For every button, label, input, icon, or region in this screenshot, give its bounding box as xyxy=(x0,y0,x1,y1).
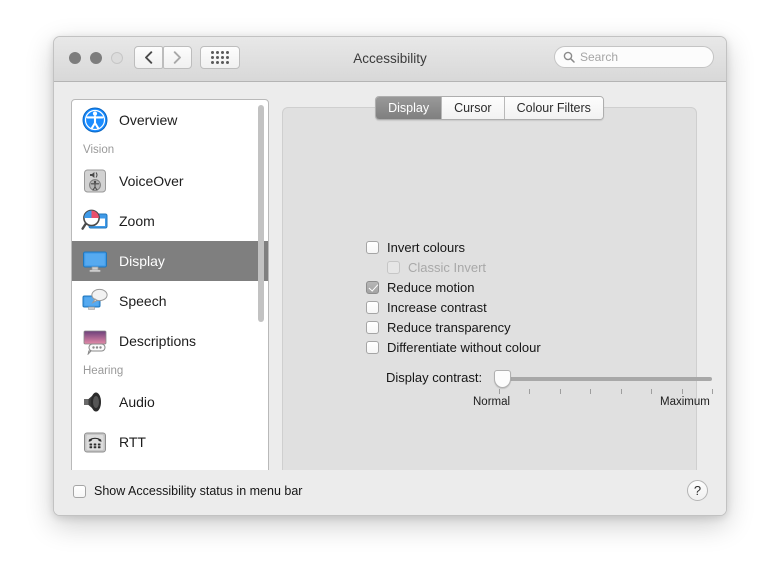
window-titlebar: Accessibility xyxy=(54,37,726,82)
slider-tick xyxy=(499,389,500,394)
audio-speaker-icon xyxy=(81,388,109,416)
search-field[interactable] xyxy=(554,46,714,68)
slider-tick xyxy=(560,389,561,394)
voiceover-icon xyxy=(81,167,109,195)
slider-tick xyxy=(651,389,652,394)
checkbox-label: Classic Invert xyxy=(408,260,486,275)
sidebar-item-voiceover[interactable]: VoiceOver xyxy=(72,161,268,201)
sidebar-list[interactable]: Overview Vision VoiceOver Zoom Display Speech… xyxy=(72,100,268,478)
display-options-checkbox-list: Invert colours Classic Invert Reduce motio… xyxy=(366,237,696,357)
rtt-telephone-icon xyxy=(81,428,109,456)
slider-min-label: Normal xyxy=(473,396,510,408)
forward-button[interactable] xyxy=(163,46,192,69)
sidebar-item-descriptions[interactable]: Descriptions xyxy=(72,321,268,361)
zoom-button[interactable] xyxy=(111,52,123,64)
chevron-left-icon xyxy=(144,51,153,64)
checkbox-differentiate-without-colour[interactable] xyxy=(366,341,379,354)
slider-max-label: Maximum xyxy=(660,396,710,408)
back-button[interactable] xyxy=(134,46,163,69)
sidebar-item-overview[interactable]: Overview xyxy=(72,100,268,140)
display-icon xyxy=(81,247,109,275)
checkbox-label: Reduce motion xyxy=(387,280,474,295)
window-footer: Show Accessibility status in menu bar ? xyxy=(54,470,726,516)
slider-tick xyxy=(621,389,622,394)
accessibility-preferences-window: Accessibility Overview Vision VoiceOver Zoo… xyxy=(53,36,727,516)
sidebar-group-vision: Vision xyxy=(72,140,268,161)
accessibility-icon xyxy=(81,106,109,134)
display-icon xyxy=(81,247,109,275)
slider-tick xyxy=(682,389,683,394)
checkbox-increase-contrast[interactable] xyxy=(366,301,379,314)
checkbox-row-increase-contrast[interactable]: Increase contrast xyxy=(366,297,696,317)
help-button[interactable]: ? xyxy=(687,480,708,501)
show-status-checkbox-row[interactable]: Show Accessibility status in menu bar xyxy=(73,484,302,498)
checkbox-reduce-motion[interactable] xyxy=(366,281,379,294)
audio-speaker-icon xyxy=(81,388,109,416)
descriptions-icon xyxy=(81,327,109,355)
sidebar-item-zoom[interactable]: Zoom xyxy=(72,201,268,241)
sidebar: Overview Vision VoiceOver Zoom Display Speech… xyxy=(71,99,269,479)
display-contrast-label: Display contrast: xyxy=(386,370,482,385)
speech-icon xyxy=(81,287,109,315)
checkbox-row-reduce-transparency[interactable]: Reduce transparency xyxy=(366,317,696,337)
tab-group[interactable]: DisplayCursorColour Filters xyxy=(375,96,604,120)
window-body: Overview Vision VoiceOver Zoom Display Speech… xyxy=(54,82,726,516)
minimize-button[interactable] xyxy=(90,52,102,64)
speech-icon xyxy=(81,287,109,315)
checkbox-invert-colours[interactable] xyxy=(366,241,379,254)
show-all-grid-icon xyxy=(211,51,229,64)
tab-cursor[interactable]: Cursor xyxy=(442,97,505,119)
zoom-icon xyxy=(81,207,109,235)
tab-bar: DisplayCursorColour Filters xyxy=(282,107,697,131)
checkbox-label: Reduce transparency xyxy=(387,320,511,335)
checkbox-label: Invert colours xyxy=(387,240,465,255)
search-input[interactable] xyxy=(580,50,700,64)
sidebar-group-hearing: Hearing xyxy=(72,361,268,382)
descriptions-icon xyxy=(81,327,109,355)
checkbox-row-differentiate-without-colour[interactable]: Differentiate without colour xyxy=(366,337,696,357)
slider-tick xyxy=(590,389,591,394)
show-status-checkbox[interactable] xyxy=(73,485,86,498)
tab-display[interactable]: Display xyxy=(376,97,442,119)
checkbox-row-reduce-motion[interactable]: Reduce motion xyxy=(366,277,696,297)
sidebar-item-label: Overview xyxy=(119,112,177,128)
checkbox-classic-invert xyxy=(387,261,400,274)
sidebar-item-rtt[interactable]: RTT xyxy=(72,422,268,462)
show-all-button[interactable] xyxy=(200,46,240,69)
voiceover-icon xyxy=(81,167,109,195)
display-contrast-track[interactable] xyxy=(499,377,712,381)
tab-colour-filters[interactable]: Colour Filters xyxy=(505,97,603,119)
rtt-telephone-icon xyxy=(81,428,109,456)
sidebar-item-label: Zoom xyxy=(119,213,155,229)
sidebar-item-audio[interactable]: Audio xyxy=(72,382,268,422)
checkbox-label: Differentiate without colour xyxy=(387,340,541,355)
checkbox-row-invert-colours[interactable]: Invert colours xyxy=(366,237,696,257)
sidebar-item-speech[interactable]: Speech xyxy=(72,281,268,321)
checkbox-label: Increase contrast xyxy=(387,300,487,315)
search-icon xyxy=(563,51,575,63)
sidebar-item-label: RTT xyxy=(119,434,146,450)
display-contrast-slider-group: Display contrast: Normal Maximum xyxy=(366,370,726,416)
close-button[interactable] xyxy=(69,52,81,64)
sidebar-scrollbar-thumb[interactable] xyxy=(258,105,264,322)
zoom-icon xyxy=(81,207,109,235)
sidebar-item-label: Audio xyxy=(119,394,155,410)
slider-tick xyxy=(712,389,713,394)
display-contrast-ticks xyxy=(499,389,712,394)
checkbox-row-classic-invert: Classic Invert xyxy=(366,257,696,277)
sidebar-item-display[interactable]: Display xyxy=(72,241,268,281)
checkbox-reduce-transparency[interactable] xyxy=(366,321,379,334)
display-contrast-thumb[interactable] xyxy=(494,370,511,388)
sidebar-item-label: Display xyxy=(119,253,165,269)
show-status-label: Show Accessibility status in menu bar xyxy=(94,484,302,498)
slider-tick xyxy=(529,389,530,394)
sidebar-item-label: Speech xyxy=(119,293,166,309)
chevron-right-icon xyxy=(173,51,182,64)
sidebar-item-label: Descriptions xyxy=(119,333,196,349)
sidebar-scrollbar[interactable] xyxy=(257,103,265,475)
accessibility-icon xyxy=(81,106,109,134)
sidebar-item-label: VoiceOver xyxy=(119,173,184,189)
